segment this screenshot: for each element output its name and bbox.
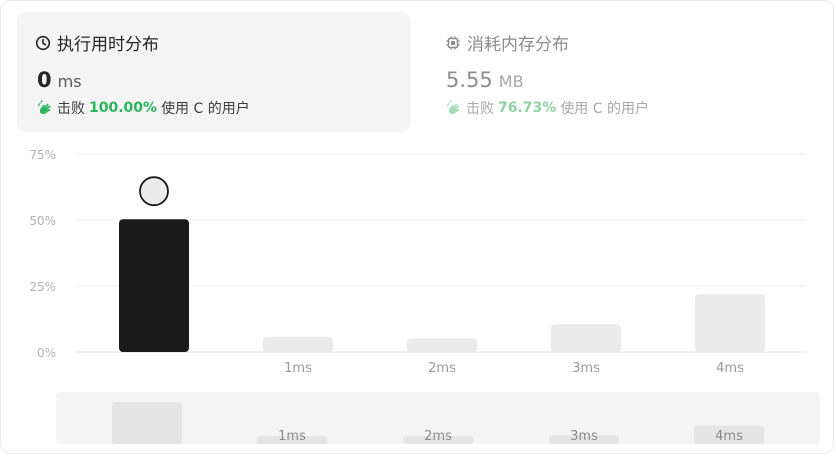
memory-beat-percent: 76.73% [498,100,557,116]
overview-tick-label: 1ms [278,429,306,444]
x-tick-label: 1ms [284,361,312,376]
runtime-beat-suffix: 使用 C 的用户 [161,101,250,117]
overview-tick-label: 2ms [424,429,452,444]
memory-unit: MB [498,72,524,91]
runtime-beat-percent: 100.00% [89,100,158,116]
overview-tick-label: 4ms [715,429,743,444]
y-tick-label: 0% [37,346,56,360]
runtime-number: 0 [37,68,52,92]
runtime-distribution-chart: 0% 25% 50% 75% 1ms 2ms 3ms 4ms 1ms 2ms 3ms 4ms [29,148,820,444]
bar-4ms[interactable] [695,294,765,352]
memory-beat-line: 击败 76.73% 使用 C 的用户 [446,98,649,118]
runtime-card[interactable]: 执行用时分布 0 ms 击败 100.00% 使用 C 的用户 [17,12,411,132]
runtime-beat-prefix: 击败 [57,101,85,117]
x-tick-label: 3ms [572,361,600,376]
chip-icon [445,35,461,51]
overview-bar [112,402,182,444]
x-tick-label: 2ms [428,361,456,376]
memory-number: 5.55 [446,68,493,92]
clap-icon [37,100,53,116]
memory-title-text: 消耗内存分布 [467,35,569,55]
bar-1ms[interactable] [263,336,333,352]
bar-2ms[interactable] [407,338,477,352]
bar-selected[interactable] [119,219,189,352]
y-tick-label: 25% [29,280,56,294]
memory-beat-suffix: 使用 C 的用户 [560,101,649,117]
clock-icon [35,35,51,51]
memory-beat-prefix: 击败 [466,101,494,117]
x-tick-label: 4ms [716,361,744,376]
bar-3ms[interactable] [551,324,621,352]
clap-icon [446,100,462,116]
y-tick-label: 50% [29,214,56,228]
runtime-value: 0 ms [37,68,82,92]
memory-title: 消耗内存分布 [445,30,569,55]
overview-tick-label: 3ms [570,429,598,444]
selected-bar-marker [139,176,169,207]
runtime-title-text: 执行用时分布 [57,35,159,55]
runtime-unit: ms [57,72,82,91]
y-tick-label: 75% [29,148,56,162]
memory-value: 5.55 MB [446,68,524,92]
runtime-title: 执行用时分布 [35,30,159,55]
runtime-beat-line: 击败 100.00% 使用 C 的用户 [37,98,250,118]
memory-card[interactable]: 消耗内存分布 5.55 MB 击败 76.73% 使用 C 的用户 [431,12,825,132]
